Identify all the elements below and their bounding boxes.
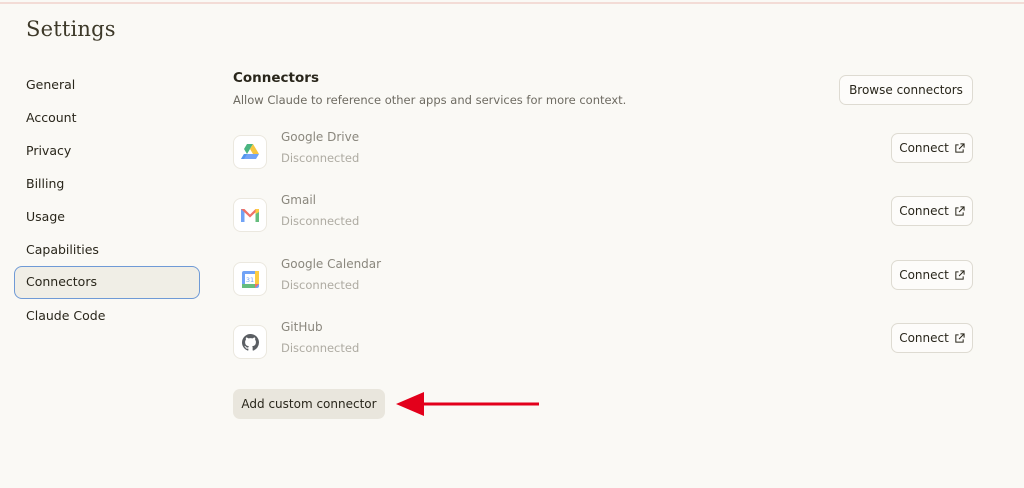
connector-status: Disconnected	[281, 341, 360, 355]
external-link-icon	[955, 269, 965, 280]
connectors-panel: Connectors Allow Claude to reference oth…	[233, 70, 973, 419]
connect-github-button[interactable]: Connect	[891, 323, 973, 353]
github-icon	[233, 325, 267, 359]
connect-gmail-button[interactable]: Connect	[891, 196, 973, 226]
add-custom-connector-button[interactable]: Add custom connector	[233, 389, 385, 419]
sidebar-item-capabilities[interactable]: Capabilities	[14, 233, 200, 266]
connector-row-google-calendar: 31 Google Calendar Disconnected Connect	[233, 257, 973, 307]
connector-status: Disconnected	[281, 151, 360, 165]
calendar-day-text: 31	[245, 276, 253, 284]
sidebar-item-privacy[interactable]: Privacy	[14, 134, 200, 167]
connector-name: Google Calendar	[281, 257, 382, 271]
google-drive-icon	[233, 135, 267, 169]
connector-status: Disconnected	[281, 214, 360, 228]
connect-label: Connect	[899, 268, 949, 282]
external-link-icon	[955, 142, 965, 153]
connect-label: Connect	[899, 204, 949, 218]
sidebar-item-general[interactable]: General	[14, 68, 200, 101]
page-title: Settings	[26, 17, 116, 41]
connector-row-gmail: Gmail Disconnected Connect	[233, 193, 973, 243]
annotation-arrow-icon	[396, 392, 539, 416]
connect-google-calendar-button[interactable]: Connect	[891, 260, 973, 290]
connector-row-google-drive: Google Drive Disconnected Connect	[233, 130, 973, 180]
browse-connectors-button[interactable]: Browse connectors	[839, 75, 973, 105]
connector-row-github: GitHub Disconnected Connect	[233, 320, 973, 370]
connector-name: Gmail	[281, 193, 317, 207]
external-link-icon	[955, 205, 965, 216]
sidebar-item-usage[interactable]: Usage	[14, 200, 200, 233]
connector-name: GitHub	[281, 320, 323, 334]
connect-google-drive-button[interactable]: Connect	[891, 133, 973, 163]
settings-sidebar: General Account Privacy Billing Usage Ca…	[14, 68, 200, 332]
connector-name: Google Drive	[281, 130, 360, 144]
connect-label: Connect	[899, 141, 949, 155]
sidebar-item-billing[interactable]: Billing	[14, 167, 200, 200]
sidebar-item-account[interactable]: Account	[14, 101, 200, 134]
connect-label: Connect	[899, 331, 949, 345]
external-link-icon	[955, 332, 965, 343]
top-accent-line	[0, 2, 1024, 4]
sidebar-item-connectors[interactable]: Connectors	[14, 266, 200, 299]
gmail-icon	[233, 198, 267, 232]
connector-status: Disconnected	[281, 278, 360, 292]
google-calendar-icon: 31	[233, 262, 267, 296]
sidebar-item-claude-code[interactable]: Claude Code	[14, 299, 200, 332]
